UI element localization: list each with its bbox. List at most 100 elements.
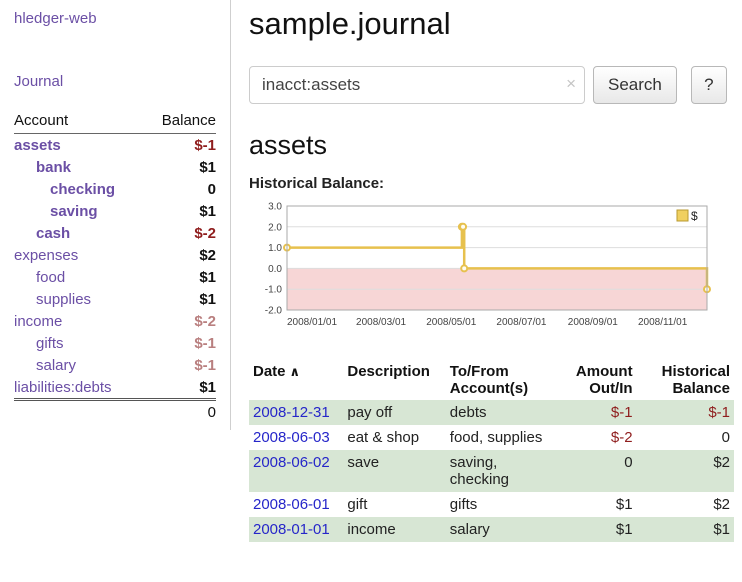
svg-text:2008/01/01: 2008/01/01	[287, 317, 337, 328]
register-row: 2008-06-03 eat & shop food, supplies $-2…	[249, 425, 734, 450]
svg-text:2008/11/01: 2008/11/01	[638, 317, 688, 328]
account-row-salary: salary $-1	[14, 354, 216, 376]
register-amount: $-2	[550, 425, 636, 450]
total-balance: 0	[145, 400, 216, 424]
account-link-income[interactable]: income	[14, 313, 62, 330]
account-link-food[interactable]: food	[36, 269, 65, 286]
account-link-salary[interactable]: salary	[36, 357, 76, 374]
account-row-income: income $-2	[14, 310, 216, 332]
svg-text:2008/07/01: 2008/07/01	[496, 317, 546, 328]
legend-label: $	[691, 209, 698, 223]
account-heading: assets	[249, 130, 734, 161]
account-balance: $1	[145, 200, 216, 222]
amount-column-header: Amount Out/In	[550, 360, 636, 400]
search-bar: × Search ?	[249, 66, 734, 104]
account-balance: $1	[145, 156, 216, 178]
account-row-food: food $1	[14, 266, 216, 288]
register-date-link[interactable]: 2008-06-01	[253, 496, 330, 513]
account-link-liabilities-debts[interactable]: liabilities:debts	[14, 379, 112, 396]
date-column-header[interactable]: Date∧	[249, 360, 343, 400]
register-date-link[interactable]: 2008-12-31	[253, 404, 330, 421]
register-header-row: Date∧ Description To/From Account(s) Amo…	[249, 360, 734, 400]
chart-svg: 3.02.01.00.0-1.0-2.02008/01/012008/03/01…	[249, 198, 719, 344]
account-balance: $1	[145, 266, 216, 288]
account-row-expenses: expenses $2	[14, 244, 216, 266]
account-link-supplies[interactable]: supplies	[36, 291, 91, 308]
account-balance: $1	[145, 288, 216, 310]
app-title-link[interactable]: hledger-web	[14, 10, 216, 27]
account-column-header: Account	[14, 110, 145, 134]
accounts-total-row: 0	[14, 400, 216, 424]
register-row: 2008-01-01 income salary $1 $1	[249, 517, 734, 542]
account-balance: $2	[145, 244, 216, 266]
register-description: gift	[343, 492, 445, 517]
account-row-saving: saving $1	[14, 200, 216, 222]
account-balance: $-1	[145, 134, 216, 157]
register-balance: $2	[637, 492, 734, 517]
chart-title: Historical Balance:	[249, 175, 734, 192]
account-link-expenses[interactable]: expenses	[14, 247, 78, 264]
account-balance: 0	[145, 178, 216, 200]
svg-text:2008/09/01: 2008/09/01	[568, 317, 618, 328]
svg-text:2.0: 2.0	[268, 222, 282, 233]
account-row-liabilities-debts: liabilities:debts $1	[14, 376, 216, 400]
register-accounts: food, supplies	[446, 425, 550, 450]
account-row-supplies: supplies $1	[14, 288, 216, 310]
svg-text:-2.0: -2.0	[265, 306, 283, 317]
register-accounts: saving, checking	[446, 450, 550, 492]
register-balance: $-1	[637, 400, 734, 425]
register-accounts: salary	[446, 517, 550, 542]
account-link-bank[interactable]: bank	[36, 159, 71, 176]
clear-search-icon[interactable]: ×	[566, 74, 576, 94]
register-balance: $2	[637, 450, 734, 492]
register-description: eat & shop	[343, 425, 445, 450]
register-accounts: debts	[446, 400, 550, 425]
main-content: sample.journal × Search ? assets Histori…	[231, 0, 742, 542]
register-description: save	[343, 450, 445, 492]
account-balance: $-1	[145, 332, 216, 354]
svg-text:0.0: 0.0	[268, 264, 282, 275]
register-date-link[interactable]: 2008-06-03	[253, 429, 330, 446]
register-description: income	[343, 517, 445, 542]
page-title: sample.journal	[249, 6, 734, 42]
account-link-assets[interactable]: assets	[14, 137, 61, 154]
search-input[interactable]	[249, 66, 585, 104]
sidebar: hledger-web Journal Account Balance asse…	[0, 0, 231, 430]
svg-text:3.0: 3.0	[268, 202, 282, 213]
register-date-link[interactable]: 2008-06-02	[253, 454, 330, 471]
register-amount: $1	[550, 517, 636, 542]
register-row: 2008-06-01 gift gifts $1 $2	[249, 492, 734, 517]
account-link-cash[interactable]: cash	[36, 225, 70, 242]
historical-balance-chart: 3.02.01.00.0-1.0-2.02008/01/012008/03/01…	[249, 198, 734, 344]
account-row-gifts: gifts $-1	[14, 332, 216, 354]
account-link-checking[interactable]: checking	[50, 181, 115, 198]
account-row-checking: checking 0	[14, 178, 216, 200]
register-date-link[interactable]: 2008-01-01	[253, 521, 330, 538]
account-balance: $-1	[145, 354, 216, 376]
register-row: 2008-06-02 save saving, checking 0 $2	[249, 450, 734, 492]
account-link-saving[interactable]: saving	[50, 203, 98, 220]
svg-text:2008/05/01: 2008/05/01	[426, 317, 476, 328]
account-row-cash: cash $-2	[14, 222, 216, 244]
sidebar-item-journal[interactable]: Journal	[14, 73, 216, 90]
register-amount: $-1	[550, 400, 636, 425]
account-balance: $-2	[145, 310, 216, 332]
register-row: 2008-12-31 pay off debts $-1 $-1	[249, 400, 734, 425]
account-link-gifts[interactable]: gifts	[36, 335, 64, 352]
hledger-web-app: hledger-web Journal Account Balance asse…	[0, 0, 742, 542]
register-amount: $1	[550, 492, 636, 517]
balance-column-header: Balance	[145, 110, 216, 134]
register-balance: $1	[637, 517, 734, 542]
help-button[interactable]: ?	[691, 66, 727, 104]
register-accounts: gifts	[446, 492, 550, 517]
register-amount: 0	[550, 450, 636, 492]
account-balance: $-2	[145, 222, 216, 244]
legend-swatch	[677, 210, 688, 221]
accounts-table: Account Balance assets $-1 bank $1 check…	[14, 110, 216, 424]
account-row-assets: assets $-1	[14, 134, 216, 157]
search-button[interactable]: Search	[593, 66, 677, 104]
description-column-header: Description	[343, 360, 445, 400]
register-balance: 0	[637, 425, 734, 450]
svg-text:-1.0: -1.0	[265, 285, 283, 296]
svg-text:1.0: 1.0	[268, 243, 282, 254]
